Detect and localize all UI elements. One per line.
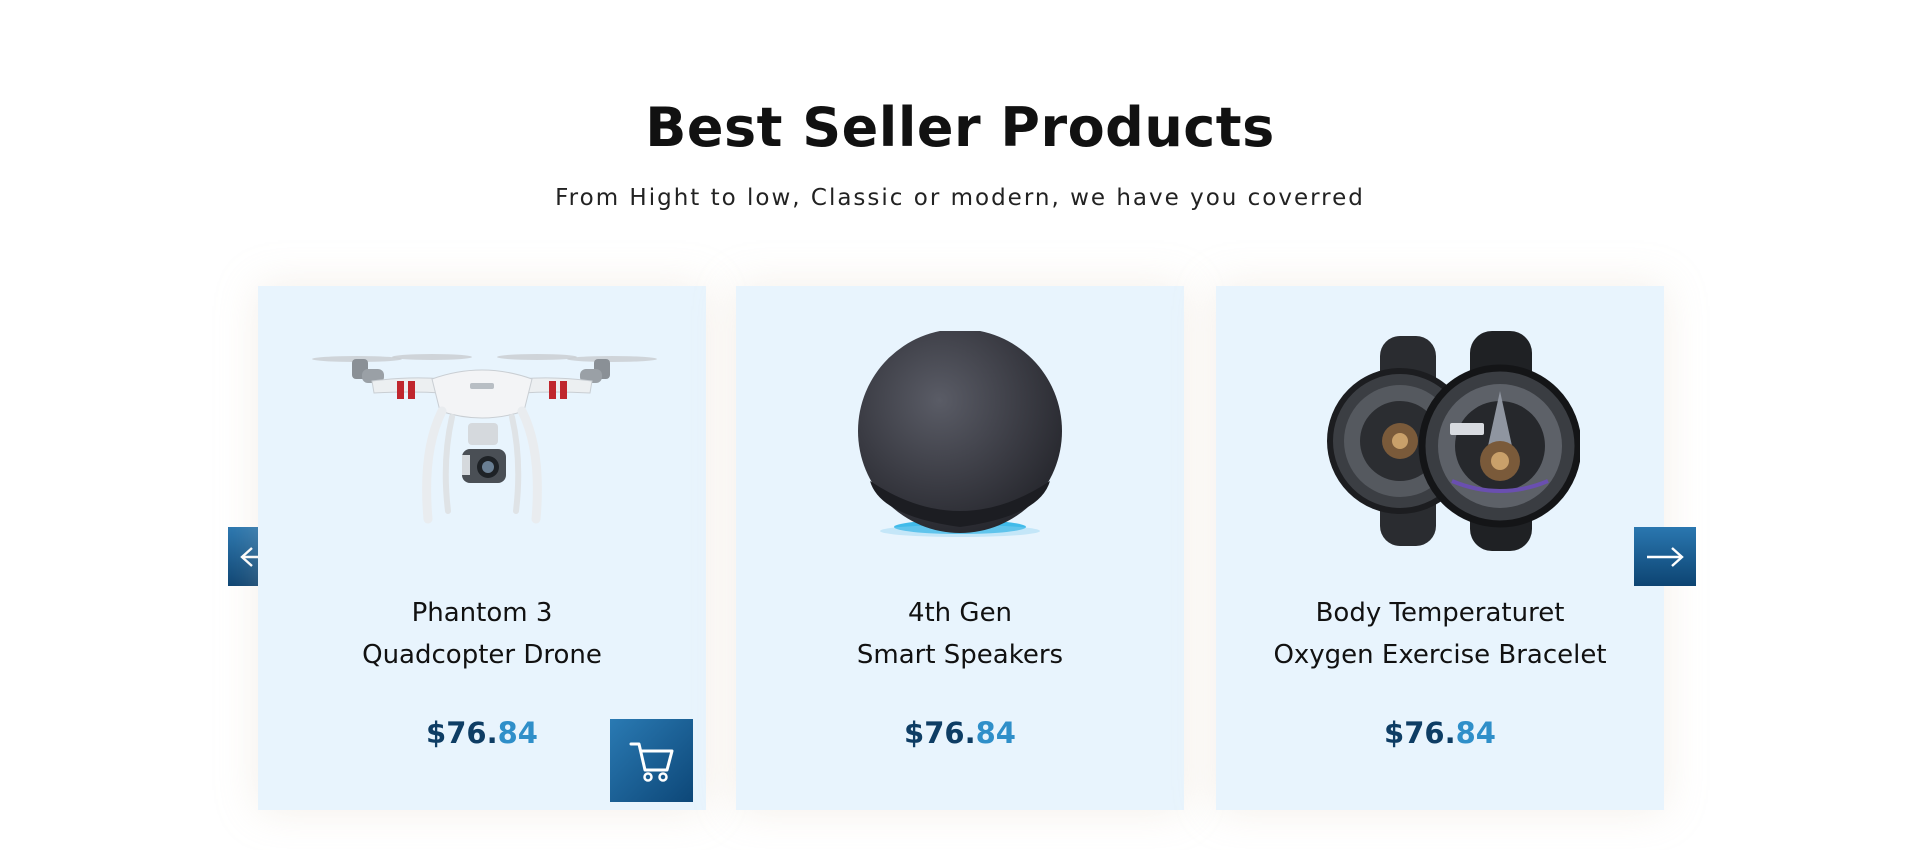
drone-image [258,316,706,566]
product-name-line1: Phantom 3 [411,598,553,628]
product-name-line2: Quadcopter Drone [362,640,602,670]
cart-icon [629,742,673,782]
price-cents: 84 [497,716,538,750]
smartwatch-image [1216,316,1664,566]
product-carousel: Phantom 3 Quadcopter Drone $76.84 4th Ge… [258,286,1664,810]
section-subtitle: From Hight to low, Classic or modern, we… [555,185,1365,211]
product-card[interactable]: Body Temperaturet Oxygen Exercise Bracel… [1216,286,1664,810]
price-main: $76. [426,716,498,750]
product-name[interactable]: Body Temperaturet Oxygen Exercise Bracel… [1216,592,1664,676]
product-name-line1: Body Temperaturet [1315,598,1565,628]
product-card[interactable]: Phantom 3 Quadcopter Drone $76.84 [258,286,706,810]
product-name[interactable]: 4th Gen Smart Speakers [736,592,1184,676]
price-cents: 84 [975,716,1016,750]
best-seller-section: Best Seller Products From Hight to low, … [0,0,1920,850]
product-price: $76.84 [736,716,1184,750]
product-name-line2: Smart Speakers [856,640,1064,670]
price-main: $76. [904,716,976,750]
product-price: $76.84 [1216,716,1664,750]
add-to-cart-button[interactable] [610,719,693,802]
smart-speaker-image [736,316,1184,566]
arrow-right-icon [1647,546,1684,567]
product-name-line1: 4th Gen [907,598,1013,628]
price-main: $76. [1384,716,1456,750]
price-cents: 84 [1455,716,1496,750]
section-title: Best Seller Products [645,96,1275,159]
product-name-line2: Oxygen Exercise Bracelet [1273,640,1607,670]
product-card[interactable]: 4th Gen Smart Speakers $76.84 [736,286,1184,810]
carousel-next-button[interactable] [1634,527,1696,586]
product-name[interactable]: Phantom 3 Quadcopter Drone [258,592,706,676]
